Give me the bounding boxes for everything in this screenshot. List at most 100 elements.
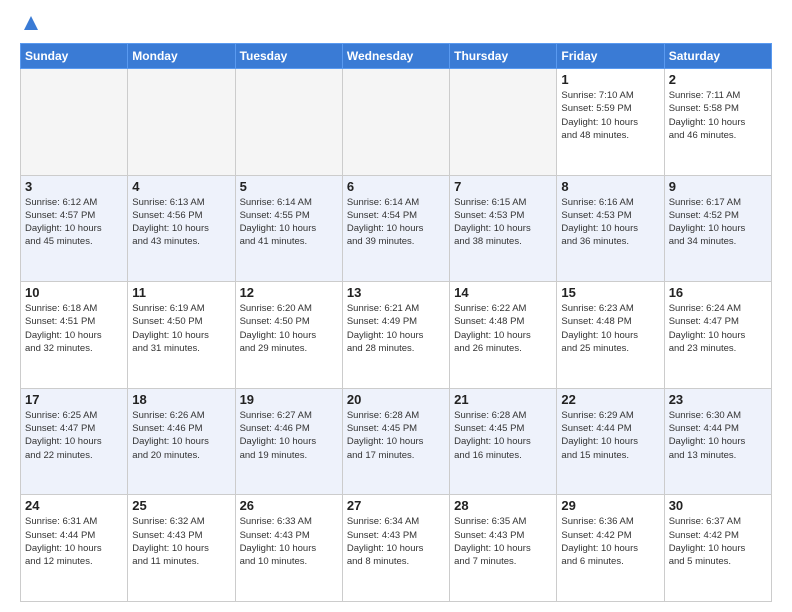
calendar-cell: 9 Sunrise: 6:17 AM Sunset: 4:52 PM Daylig… <box>664 175 771 282</box>
calendar-cell: 20 Sunrise: 6:28 AM Sunset: 4:45 PM Dayli… <box>342 388 449 495</box>
day-number: 11 <box>132 285 230 300</box>
day-number: 30 <box>669 498 767 513</box>
day-info: Sunrise: 6:19 AM Sunset: 4:50 PM Dayligh… <box>132 302 230 355</box>
day-info: Sunrise: 6:26 AM Sunset: 4:46 PM Dayligh… <box>132 409 230 462</box>
day-info: Sunrise: 6:35 AM Sunset: 4:43 PM Dayligh… <box>454 515 552 568</box>
day-number: 6 <box>347 179 445 194</box>
logo <box>20 16 38 35</box>
day-number: 20 <box>347 392 445 407</box>
day-info: Sunrise: 7:10 AM Sunset: 5:59 PM Dayligh… <box>561 89 659 142</box>
day-info: Sunrise: 6:17 AM Sunset: 4:52 PM Dayligh… <box>669 196 767 249</box>
calendar-cell: 29Sunrise: 6:36 AM Sunset: 4:42 PM Dayli… <box>557 495 664 602</box>
day-info: Sunrise: 6:13 AM Sunset: 4:56 PM Dayligh… <box>132 196 230 249</box>
day-number: 13 <box>347 285 445 300</box>
day-info: Sunrise: 6:36 AM Sunset: 4:42 PM Dayligh… <box>561 515 659 568</box>
day-info: Sunrise: 6:23 AM Sunset: 4:48 PM Dayligh… <box>561 302 659 355</box>
calendar-week-0: 1 Sunrise: 7:10 AM Sunset: 5:59 PM Daylig… <box>21 69 772 176</box>
calendar-header-saturday: Saturday <box>664 44 771 69</box>
calendar-cell: 3 Sunrise: 6:12 AM Sunset: 4:57 PM Daylig… <box>21 175 128 282</box>
calendar-cell: 8 Sunrise: 6:16 AM Sunset: 4:53 PM Daylig… <box>557 175 664 282</box>
day-number: 28 <box>454 498 552 513</box>
calendar-cell: 22 Sunrise: 6:29 AM Sunset: 4:44 PM Dayli… <box>557 388 664 495</box>
day-info: Sunrise: 6:12 AM Sunset: 4:57 PM Dayligh… <box>25 196 123 249</box>
day-number: 22 <box>561 392 659 407</box>
day-number: 25 <box>132 498 230 513</box>
calendar-cell: 26 Sunrise: 6:33 AM Sunset: 4:43 PM Dayli… <box>235 495 342 602</box>
calendar-cell: 10 Sunrise: 6:18 AM Sunset: 4:51 PM Dayli… <box>21 282 128 389</box>
day-number: 10 <box>25 285 123 300</box>
calendar-cell <box>128 69 235 176</box>
day-number: 17 <box>25 392 123 407</box>
day-info: Sunrise: 6:18 AM Sunset: 4:51 PM Dayligh… <box>25 302 123 355</box>
calendar-cell: 4 Sunrise: 6:13 AM Sunset: 4:56 PM Daylig… <box>128 175 235 282</box>
calendar-cell: 23Sunrise: 6:30 AM Sunset: 4:44 PM Dayli… <box>664 388 771 495</box>
day-info: Sunrise: 6:21 AM Sunset: 4:49 PM Dayligh… <box>347 302 445 355</box>
day-info: Sunrise: 6:34 AM Sunset: 4:43 PM Dayligh… <box>347 515 445 568</box>
day-number: 24 <box>25 498 123 513</box>
calendar-week-4: 24 Sunrise: 6:31 AM Sunset: 4:44 PM Dayli… <box>21 495 772 602</box>
day-number: 8 <box>561 179 659 194</box>
calendar-cell <box>342 69 449 176</box>
day-info: Sunrise: 6:33 AM Sunset: 4:43 PM Dayligh… <box>240 515 338 568</box>
day-number: 1 <box>561 72 659 87</box>
day-info: Sunrise: 6:29 AM Sunset: 4:44 PM Dayligh… <box>561 409 659 462</box>
calendar-header-row: SundayMondayTuesdayWednesdayThursdayFrid… <box>21 44 772 69</box>
day-number: 7 <box>454 179 552 194</box>
day-info: Sunrise: 6:15 AM Sunset: 4:53 PM Dayligh… <box>454 196 552 249</box>
calendar-cell: 19 Sunrise: 6:27 AM Sunset: 4:46 PM Dayli… <box>235 388 342 495</box>
calendar-cell: 13 Sunrise: 6:21 AM Sunset: 4:49 PM Dayli… <box>342 282 449 389</box>
calendar-cell: 14 Sunrise: 6:22 AM Sunset: 4:48 PM Dayli… <box>450 282 557 389</box>
day-info: Sunrise: 6:30 AM Sunset: 4:44 PM Dayligh… <box>669 409 767 462</box>
day-number: 19 <box>240 392 338 407</box>
calendar-table: SundayMondayTuesdayWednesdayThursdayFrid… <box>20 43 772 602</box>
page: SundayMondayTuesdayWednesdayThursdayFrid… <box>0 0 792 612</box>
day-number: 12 <box>240 285 338 300</box>
day-number: 14 <box>454 285 552 300</box>
day-number: 4 <box>132 179 230 194</box>
day-info: Sunrise: 6:14 AM Sunset: 4:54 PM Dayligh… <box>347 196 445 249</box>
day-info: Sunrise: 6:27 AM Sunset: 4:46 PM Dayligh… <box>240 409 338 462</box>
calendar-header-sunday: Sunday <box>21 44 128 69</box>
day-info: Sunrise: 6:22 AM Sunset: 4:48 PM Dayligh… <box>454 302 552 355</box>
calendar-cell: 27 Sunrise: 6:34 AM Sunset: 4:43 PM Dayli… <box>342 495 449 602</box>
calendar-header-friday: Friday <box>557 44 664 69</box>
day-number: 26 <box>240 498 338 513</box>
day-number: 9 <box>669 179 767 194</box>
day-number: 15 <box>561 285 659 300</box>
calendar-cell: 7 Sunrise: 6:15 AM Sunset: 4:53 PM Daylig… <box>450 175 557 282</box>
calendar-header-tuesday: Tuesday <box>235 44 342 69</box>
day-info: Sunrise: 6:24 AM Sunset: 4:47 PM Dayligh… <box>669 302 767 355</box>
day-number: 16 <box>669 285 767 300</box>
calendar-week-2: 10 Sunrise: 6:18 AM Sunset: 4:51 PM Dayli… <box>21 282 772 389</box>
day-info: Sunrise: 7:11 AM Sunset: 5:58 PM Dayligh… <box>669 89 767 142</box>
calendar-cell: 25Sunrise: 6:32 AM Sunset: 4:43 PM Dayli… <box>128 495 235 602</box>
calendar-header-monday: Monday <box>128 44 235 69</box>
calendar-cell <box>450 69 557 176</box>
calendar-cell: 17Sunrise: 6:25 AM Sunset: 4:47 PM Dayli… <box>21 388 128 495</box>
calendar-cell: 11 Sunrise: 6:19 AM Sunset: 4:50 PM Dayli… <box>128 282 235 389</box>
header <box>20 16 772 35</box>
day-number: 21 <box>454 392 552 407</box>
calendar-cell: 2 Sunrise: 7:11 AM Sunset: 5:58 PM Daylig… <box>664 69 771 176</box>
calendar-cell <box>235 69 342 176</box>
day-info: Sunrise: 6:28 AM Sunset: 4:45 PM Dayligh… <box>347 409 445 462</box>
day-number: 5 <box>240 179 338 194</box>
calendar-cell: 15 Sunrise: 6:23 AM Sunset: 4:48 PM Dayli… <box>557 282 664 389</box>
calendar-cell: 24 Sunrise: 6:31 AM Sunset: 4:44 PM Dayli… <box>21 495 128 602</box>
day-info: Sunrise: 6:20 AM Sunset: 4:50 PM Dayligh… <box>240 302 338 355</box>
calendar-cell <box>21 69 128 176</box>
day-info: Sunrise: 6:28 AM Sunset: 4:45 PM Dayligh… <box>454 409 552 462</box>
calendar-cell: 30Sunrise: 6:37 AM Sunset: 4:42 PM Dayli… <box>664 495 771 602</box>
day-number: 3 <box>25 179 123 194</box>
day-info: Sunrise: 6:16 AM Sunset: 4:53 PM Dayligh… <box>561 196 659 249</box>
logo-triangle-icon <box>24 16 38 35</box>
calendar-cell: 6 Sunrise: 6:14 AM Sunset: 4:54 PM Daylig… <box>342 175 449 282</box>
calendar-header-thursday: Thursday <box>450 44 557 69</box>
day-info: Sunrise: 6:31 AM Sunset: 4:44 PM Dayligh… <box>25 515 123 568</box>
calendar-cell: 16 Sunrise: 6:24 AM Sunset: 4:47 PM Dayli… <box>664 282 771 389</box>
day-number: 2 <box>669 72 767 87</box>
calendar-cell: 1 Sunrise: 7:10 AM Sunset: 5:59 PM Daylig… <box>557 69 664 176</box>
day-number: 27 <box>347 498 445 513</box>
calendar-cell: 18 Sunrise: 6:26 AM Sunset: 4:46 PM Dayli… <box>128 388 235 495</box>
day-number: 18 <box>132 392 230 407</box>
